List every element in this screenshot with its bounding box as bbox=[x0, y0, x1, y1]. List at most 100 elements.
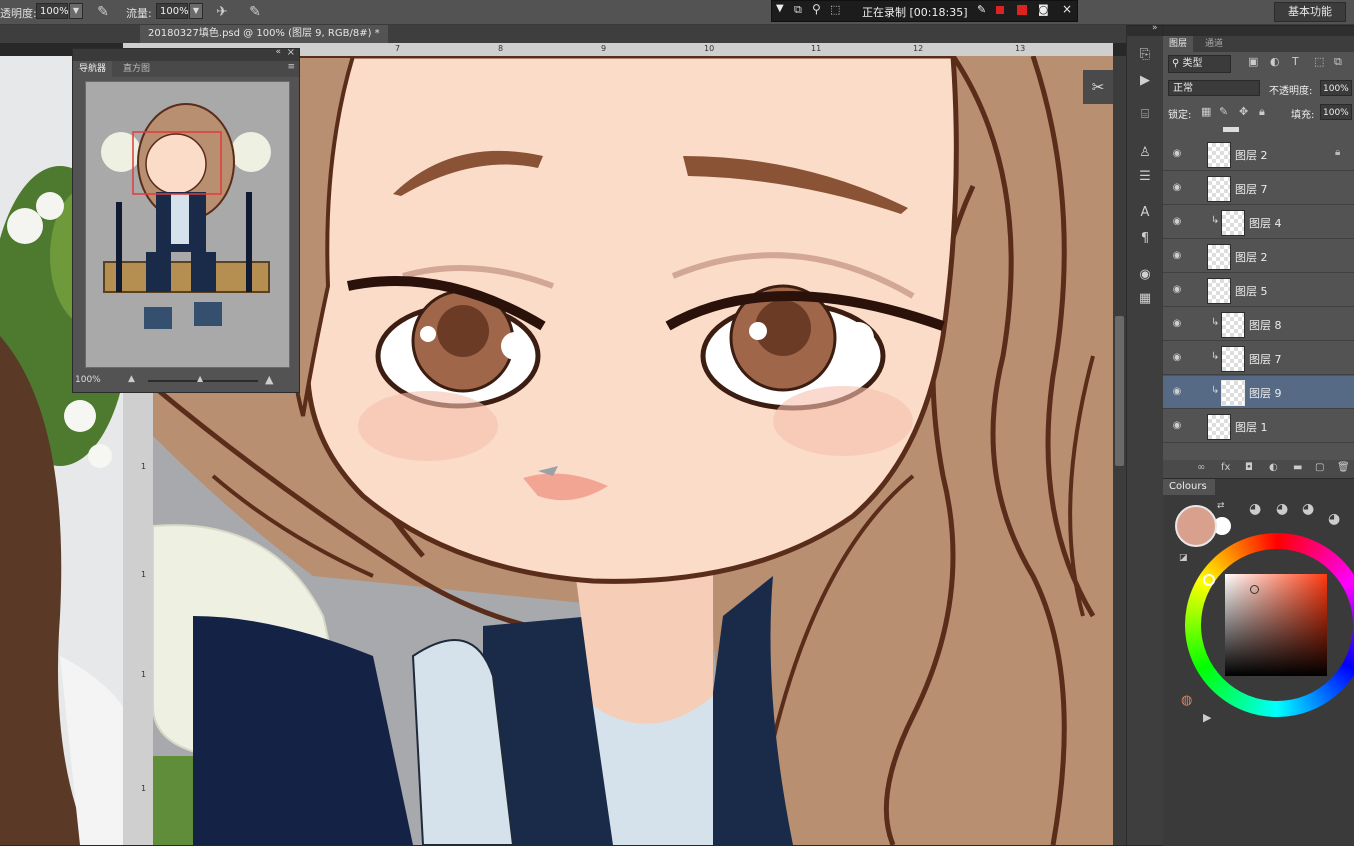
brush-tip-icon[interactable]: ◕ bbox=[1302, 501, 1314, 517]
clipping-mask-icon: ↳ bbox=[1211, 351, 1220, 362]
tab-navigator[interactable]: 导航器 bbox=[73, 61, 113, 77]
zoom-out-icon[interactable]: ▲ bbox=[128, 374, 135, 384]
navigator-zoom-value[interactable]: 100% bbox=[75, 375, 101, 385]
link-icon[interactable]: ∞ bbox=[1197, 462, 1205, 473]
eye-icon[interactable]: ◉ bbox=[1171, 148, 1183, 160]
paragraph-icon[interactable]: ¶ bbox=[1136, 230, 1154, 248]
history-icon[interactable]: ⎘ bbox=[1136, 46, 1154, 64]
layer-opacity-field[interactable]: 100% bbox=[1320, 80, 1352, 96]
eye-icon[interactable]: ◉ bbox=[1171, 420, 1183, 432]
lock-pixels-icon[interactable]: ✎ bbox=[1219, 105, 1228, 118]
close-icon[interactable]: × bbox=[1062, 2, 1072, 16]
camera-icon[interactable]: ◙ bbox=[1038, 3, 1049, 16]
new-layer-icon[interactable]: ▢ bbox=[1315, 462, 1324, 473]
timeline-icon[interactable]: ▦ bbox=[1136, 290, 1154, 308]
layer-name: 图层 1 bbox=[1235, 421, 1268, 434]
color-picker-cursor[interactable] bbox=[1250, 585, 1259, 594]
filter-adjustment-icon[interactable]: ◐ bbox=[1270, 55, 1280, 68]
pressure-size-icon[interactable]: ✎ bbox=[246, 3, 264, 21]
layer-row[interactable]: ◉ ↳ 图层 7 bbox=[1163, 342, 1354, 375]
layer-row[interactable]: ◉ 图层 7 bbox=[1163, 172, 1354, 205]
mask-icon[interactable]: ◘ bbox=[1245, 462, 1253, 473]
brush-tip-icon[interactable]: ◕ bbox=[1276, 501, 1288, 517]
scissors-icon[interactable]: ✂ bbox=[1083, 70, 1113, 104]
layer-row[interactable]: ◉ 图层 2 🔒︎ bbox=[1163, 138, 1354, 171]
brush-tip-icon[interactable]: ◕ bbox=[1249, 501, 1261, 517]
eye-icon[interactable]: ◉ bbox=[1171, 182, 1183, 194]
filter-text-icon[interactable]: T bbox=[1292, 55, 1299, 68]
adjustment-layer-icon[interactable]: ◐ bbox=[1269, 462, 1278, 473]
layer-name: 图层 2 bbox=[1235, 251, 1268, 264]
lock-transparency-icon[interactable]: ▦ bbox=[1201, 105, 1211, 118]
filter-smart-icon[interactable]: ⧉ bbox=[1334, 55, 1342, 69]
window-icon[interactable]: ⧉ bbox=[794, 3, 802, 17]
character-icon[interactable]: A bbox=[1136, 204, 1154, 222]
pause-icon[interactable] bbox=[996, 6, 1004, 14]
blend-mode-select[interactable]: 正常 bbox=[1168, 80, 1260, 96]
eye-icon[interactable]: ◉ bbox=[1171, 284, 1183, 296]
color-wheel[interactable] bbox=[1181, 531, 1354, 721]
color-palette-icon[interactable]: ◍ bbox=[1181, 693, 1192, 708]
3d-icon[interactable]: ◉ bbox=[1136, 266, 1154, 284]
adjustments-icon[interactable]: ☰ bbox=[1136, 168, 1154, 186]
layer-row[interactable]: ◉ 图层 5 bbox=[1163, 274, 1354, 307]
navigator-thumbnail[interactable] bbox=[85, 81, 290, 368]
fx-icon[interactable]: fx bbox=[1221, 462, 1230, 473]
layer-row[interactable]: ◉ ↳ 图层 4 bbox=[1163, 206, 1354, 239]
eye-icon[interactable]: ◉ bbox=[1171, 318, 1183, 330]
airbrush-icon[interactable]: ✈ bbox=[213, 3, 231, 21]
layer-row-selected[interactable]: ◉ ↳ 图层 9 bbox=[1163, 376, 1354, 409]
collapse-icon[interactable]: « bbox=[275, 47, 281, 57]
swap-colors-icon[interactable]: ⇄ bbox=[1217, 501, 1225, 511]
tab-histogram[interactable]: 直方图 bbox=[117, 61, 156, 77]
lock-all-icon[interactable]: 🔒︎ bbox=[1259, 105, 1265, 119]
region-icon[interactable]: ⬚ bbox=[830, 3, 840, 16]
brush-icon[interactable]: ♙ bbox=[1136, 144, 1154, 162]
brush-tip-icon[interactable]: ◕ bbox=[1328, 511, 1340, 527]
hue-picker-cursor[interactable] bbox=[1203, 574, 1215, 586]
search-icon[interactable]: ⚲ bbox=[812, 2, 821, 16]
flow-label: 流量: bbox=[126, 7, 152, 20]
pressure-opacity-icon[interactable]: ✎ bbox=[94, 3, 112, 21]
eye-icon[interactable]: ◉ bbox=[1171, 352, 1183, 364]
actions-play-icon[interactable]: ▶ bbox=[1136, 72, 1154, 90]
fill-label: 填充: bbox=[1291, 110, 1315, 121]
flow-field[interactable]: 100% bbox=[156, 3, 189, 19]
expand-icon[interactable]: » bbox=[1152, 23, 1158, 33]
brush-presets-icon[interactable]: ⌸ bbox=[1136, 106, 1154, 124]
saturation-value-square[interactable] bbox=[1225, 574, 1327, 676]
workspace-switcher[interactable]: 基本功能 bbox=[1274, 2, 1346, 22]
layer-row[interactable]: ◉ 图层 1 bbox=[1163, 410, 1354, 443]
document-tab[interactable]: 20180327填色.psd @ 100% (图层 9, RGB/8#) * × bbox=[140, 25, 388, 57]
play-icon[interactable]: ▶ bbox=[1203, 711, 1211, 724]
layer-row[interactable]: ◉ 图层 2 bbox=[1163, 240, 1354, 273]
lock-position-icon[interactable]: ✥ bbox=[1239, 105, 1248, 118]
group-folder-icon[interactable]: ▬ bbox=[1293, 462, 1302, 473]
zoom-slider-handle[interactable]: ▲ bbox=[197, 374, 203, 383]
panel-icon-strip: ⎘ ▶ ⌸ ♙ ☰ A ¶ ◉ ▦ bbox=[1126, 36, 1164, 845]
canvas-scrollbar[interactable] bbox=[1113, 56, 1126, 845]
panel-menu-icon[interactable]: ≡ bbox=[287, 62, 295, 72]
layer-filter-select[interactable]: ⚲ 类型 bbox=[1168, 55, 1231, 73]
filter-image-icon[interactable]: ▣ bbox=[1248, 55, 1258, 68]
opacity-field[interactable]: 100% bbox=[36, 3, 69, 19]
pen-icon[interactable]: ✎ bbox=[977, 3, 986, 16]
zoom-in-icon[interactable]: ▲ bbox=[265, 373, 273, 386]
eye-icon[interactable]: ◉ bbox=[1171, 216, 1183, 228]
layer-row[interactable]: ◉ ↳ 图层 8 bbox=[1163, 308, 1354, 341]
trash-icon[interactable]: 🗑︎ bbox=[1337, 462, 1350, 473]
eye-icon[interactable]: ◉ bbox=[1171, 250, 1183, 262]
stop-icon[interactable] bbox=[1017, 5, 1027, 15]
menu-arrow-icon[interactable]: ▼ bbox=[776, 3, 784, 14]
tab-channels[interactable]: 通道 bbox=[1199, 36, 1229, 52]
opacity-dropdown-icon[interactable]: ▼ bbox=[69, 3, 83, 19]
close-icon[interactable]: × bbox=[287, 47, 295, 58]
colours-panel-title[interactable]: Colours bbox=[1163, 479, 1215, 495]
filter-shape-icon[interactable]: ⬚ bbox=[1314, 55, 1324, 68]
eye-icon[interactable]: ◉ bbox=[1171, 386, 1183, 398]
flow-dropdown-icon[interactable]: ▼ bbox=[189, 3, 203, 19]
scrollbar-thumb[interactable] bbox=[1115, 316, 1124, 466]
navigator-header[interactable]: « × bbox=[73, 47, 299, 61]
fill-field[interactable]: 100% bbox=[1320, 104, 1352, 120]
tab-layers[interactable]: 图层 bbox=[1163, 36, 1194, 52]
